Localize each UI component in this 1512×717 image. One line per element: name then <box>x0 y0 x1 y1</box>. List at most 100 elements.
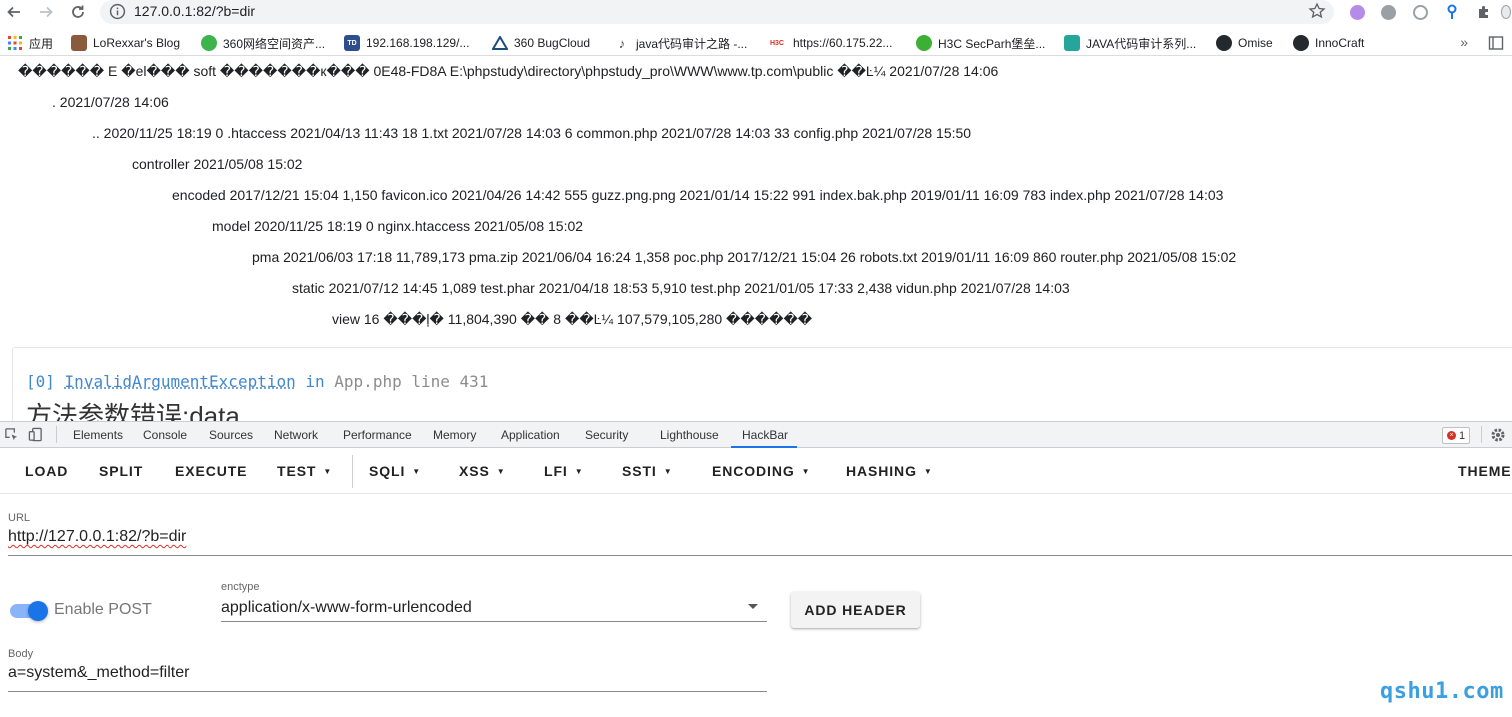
apps-grid-icon <box>7 35 23 51</box>
bookmarks-overflow-chevron-icon[interactable]: » <box>1460 34 1468 50</box>
tab-memory[interactable]: Memory <box>433 428 476 442</box>
xss-menu-button[interactable]: XSS ▼ <box>459 463 506 479</box>
toggle-thumb <box>28 601 48 621</box>
info-icon[interactable] <box>109 3 126 20</box>
hashing-label: HASHING <box>846 463 917 479</box>
bookmark-apps[interactable]: 应用 <box>7 34 53 52</box>
error-icon: × <box>1447 431 1456 440</box>
error-count-badge[interactable]: × 1 <box>1442 427 1471 444</box>
enable-post-toggle[interactable] <box>10 600 48 621</box>
url-input-underline <box>8 555 1512 556</box>
execute-button[interactable]: EXECUTE <box>175 463 247 479</box>
tab-elements[interactable]: Elements <box>73 428 123 442</box>
bookmarks-bar: 应用 LoRexxar's Blog 360网络空间资产... TD 192.1… <box>0 31 1512 56</box>
bookmark-lorexxar[interactable]: LoRexxar's Blog <box>71 34 180 52</box>
bookmark-label: https://60.175.22... <box>793 36 893 50</box>
settings-gear-icon[interactable] <box>1490 427 1506 443</box>
reading-list-icon[interactable] <box>1488 35 1504 51</box>
url-value-flagged: dir <box>168 528 187 545</box>
bookmark-innocraft[interactable]: InnoCraft <box>1293 34 1364 52</box>
dropdown-arrow-icon[interactable] <box>748 604 758 609</box>
dir-output-line: ������ E �el��� soft �������к��� 0E48-FD… <box>18 63 999 79</box>
extension-cluster-icon[interactable] <box>1411 3 1429 21</box>
back-button[interactable] <box>3 1 25 23</box>
enctype-label: enctype <box>221 581 260 593</box>
exception-panel: [0] InvalidArgumentException in App.php … <box>12 347 1512 421</box>
inspect-element-icon[interactable] <box>4 427 19 442</box>
address-url: 127.0.0.1:82/?b=dir <box>134 3 256 19</box>
body-input-underline <box>8 691 767 692</box>
bookmark-star-icon[interactable] <box>1308 2 1326 20</box>
url-value-part: http://127.0.0.1:82/?b= <box>8 528 169 545</box>
caret-down-icon: ▼ <box>574 467 584 476</box>
tab-application[interactable]: Application <box>501 428 560 442</box>
load-button[interactable]: LOAD <box>25 463 68 479</box>
address-bar[interactable]: 127.0.0.1:82/?b=dir <box>100 0 1334 24</box>
exception-title: [0] InvalidArgumentException in App.php … <box>26 372 488 391</box>
dir-output-line: .. 2020/11/25 18:19 0 .htaccess 2021/04/… <box>92 125 972 141</box>
tab-hackbar[interactable]: HackBar <box>742 428 788 442</box>
java-icon: ♪ <box>618 35 626 51</box>
xss-label: XSS <box>459 463 490 479</box>
tab-sources[interactable]: Sources <box>209 428 253 442</box>
bookmark-h3c-secparh[interactable]: H3C SecParh堡垒... <box>916 34 1045 52</box>
hackbar-toolbar: LOAD SPLIT EXECUTE TEST ▼ SQLI ▼ XSS ▼ LFI ▼… <box>0 449 1512 494</box>
ssti-menu-button[interactable]: SSTI ▼ <box>622 463 673 479</box>
theme-button[interactable]: THEME <box>1458 463 1512 479</box>
dir-output-line: static 2021/07/12 14:45 1,089 test.phar … <box>292 280 1070 296</box>
exception-class-link[interactable]: InvalidArgumentException <box>65 372 296 391</box>
bookmark-label: JAVA代码审计系列... <box>1086 36 1197 51</box>
exception-in-word: in <box>305 372 325 391</box>
bookmark-label: 360 BugCloud <box>514 36 591 50</box>
forward-button[interactable] <box>35 1 57 23</box>
body-input[interactable]: a=system&_method=filter <box>8 664 189 682</box>
devtools-divider <box>56 426 57 443</box>
reload-button[interactable] <box>67 1 89 23</box>
tab-security[interactable]: Security <box>585 428 628 442</box>
caret-down-icon: ▼ <box>923 467 933 476</box>
body-label: Body <box>8 648 34 660</box>
device-toolbar-icon[interactable] <box>28 427 43 442</box>
bookmark-360-bugcloud[interactable]: 360 BugCloud <box>492 34 590 52</box>
profile-avatar[interactable] <box>1501 3 1511 21</box>
tab-console[interactable]: Console <box>143 428 187 442</box>
extension-gear-icon[interactable] <box>1379 3 1397 21</box>
devtools-divider <box>1481 426 1482 443</box>
test-menu-button[interactable]: TEST ▼ <box>277 463 332 479</box>
bookmark-label: LoRexxar's Blog <box>93 36 180 50</box>
bookmark-192-168[interactable]: TD 192.168.198.129/... <box>344 34 469 52</box>
tab-lighthouse[interactable]: Lighthouse <box>660 428 719 442</box>
url-input[interactable]: http://127.0.0.1:82/?b=dir <box>8 528 186 546</box>
extensions-puzzle-icon[interactable] <box>1475 3 1493 21</box>
extension-purple-icon[interactable] <box>1348 3 1366 21</box>
caret-down-icon: ▼ <box>663 467 673 476</box>
bookmark-omise[interactable]: Omise <box>1216 34 1273 52</box>
browser-toolbar: 127.0.0.1:82/?b=dir <box>0 0 1512 26</box>
split-button[interactable]: SPLIT <box>99 463 143 479</box>
tab-performance[interactable]: Performance <box>343 428 412 442</box>
add-header-button[interactable]: ADD HEADER <box>791 592 920 628</box>
dir-output-line: pma 2021/06/03 17:18 11,789,173 pma.zip … <box>252 249 1237 265</box>
enctype-select[interactable]: application/x-www-form-urlencoded <box>221 599 472 617</box>
caret-down-icon: ▼ <box>323 467 333 476</box>
lfi-menu-button[interactable]: LFI ▼ <box>544 463 584 479</box>
bookmark-label: 192.168.198.129/... <box>366 36 470 50</box>
bookmark-java-audit[interactable]: ♪ java代码审计之路 -... <box>614 34 748 52</box>
devtools-tabbar: Elements Console Sources Network Perform… <box>0 421 1512 448</box>
lfi-label: LFI <box>544 463 568 479</box>
encoding-menu-button[interactable]: ENCODING ▼ <box>712 463 810 479</box>
bookmark-label: 360网络空间资产... <box>223 36 326 51</box>
bookmark-360-assets[interactable]: 360网络空间资产... <box>201 34 325 52</box>
bugcloud-icon <box>492 35 508 51</box>
sqli-label: SQLI <box>369 463 406 479</box>
tab-network[interactable]: Network <box>274 428 318 442</box>
site-icon: TD <box>344 35 360 51</box>
caret-down-icon: ▼ <box>801 467 811 476</box>
extension-pin-icon[interactable] <box>1443 3 1461 21</box>
bookmark-label: InnoCraft <box>1315 36 1365 50</box>
bookmark-https-60[interactable]: H3C https://60.175.22... <box>767 34 892 52</box>
url-label: URL <box>8 512 31 524</box>
bookmark-java-audit-series[interactable]: JAVA代码审计系列... <box>1064 34 1196 52</box>
hashing-menu-button[interactable]: HASHING ▼ <box>846 463 933 479</box>
sqli-menu-button[interactable]: SQLI ▼ <box>369 463 421 479</box>
